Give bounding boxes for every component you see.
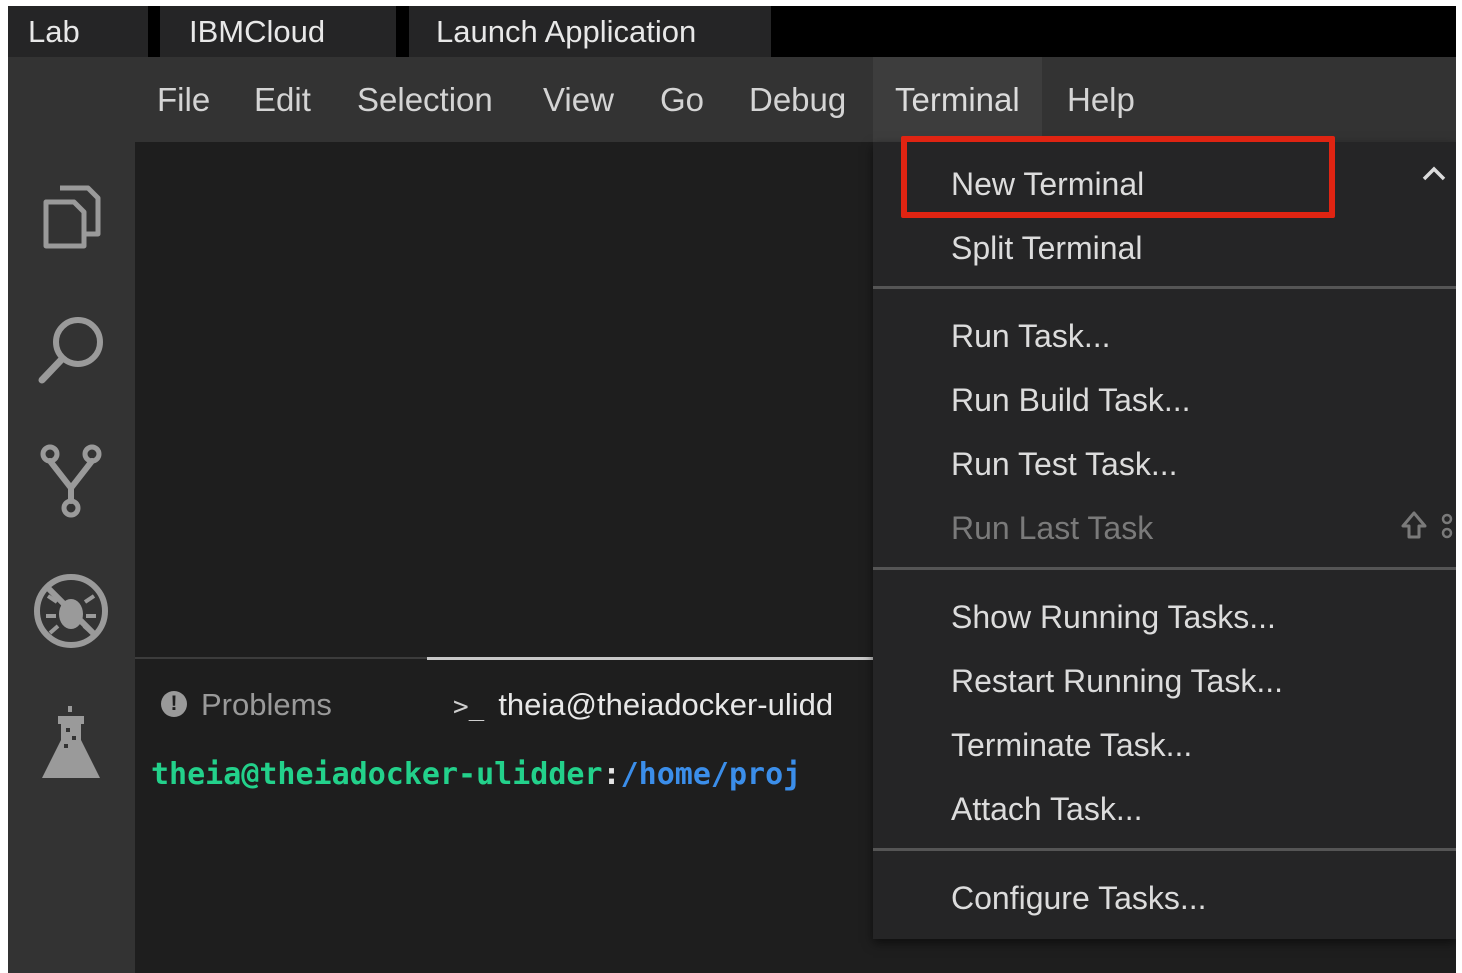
activity-bar [8, 142, 135, 973]
tab-problems[interactable]: ! Problems [161, 685, 332, 725]
menu-file[interactable]: File [157, 57, 210, 142]
terminal-tab-label: theia@theiadocker-ulidd [498, 687, 834, 722]
prompt-colon: : [602, 757, 621, 792]
menu-item-restart-running-task[interactable]: Restart Running Task... [951, 651, 1283, 711]
terminal-icon: >_ [453, 692, 485, 722]
menu-item-run-last-task: Run Last Task [951, 510, 1154, 546]
prompt-path: /home/proj [620, 757, 802, 792]
top-tab-strip: Lab IBMCloud Launch Application [8, 6, 1456, 57]
menu-help[interactable]: Help [1067, 57, 1135, 142]
tab-launch-application[interactable]: Launch Application [409, 6, 771, 57]
debug-icon[interactable] [30, 570, 112, 652]
explorer-icon[interactable] [30, 176, 112, 258]
menu-view[interactable]: View [543, 57, 614, 142]
prompt-user: theia@theiadocker-ulidder [151, 757, 603, 792]
menu-separator [873, 848, 1456, 851]
problems-label: Problems [201, 687, 332, 722]
chevron-up-icon [1422, 166, 1446, 181]
menu-item-split-terminal[interactable]: Split Terminal [951, 218, 1142, 278]
ide-window: Lab IBMCloud Launch Application File Edi… [8, 6, 1456, 973]
bottom-panel: ! Problems >_ theia@theiadocker-ulidd thei… [135, 657, 875, 973]
menu-terminal[interactable]: Terminal [873, 57, 1042, 142]
tab-ibmcloud[interactable]: IBMCloud [160, 6, 396, 57]
menu-selection[interactable]: Selection [357, 57, 493, 142]
menu-separator [873, 286, 1456, 289]
terminal-menu-dropdown: New Terminal Split Terminal Run Task... … [873, 136, 1456, 939]
terminal-prompt[interactable]: theia@theiadocker-ulidder:/home/proj [151, 755, 801, 795]
shift-key-icon [1401, 511, 1453, 539]
test-flask-icon[interactable] [30, 702, 112, 784]
menu-go[interactable]: Go [660, 57, 704, 142]
menu-debug[interactable]: Debug [749, 57, 846, 142]
warning-icon: ! [161, 690, 187, 717]
menu-item-attach-task[interactable]: Attach Task... [951, 779, 1143, 839]
source-control-icon[interactable] [30, 440, 112, 522]
tab-lab[interactable]: Lab [8, 6, 148, 57]
menu-bar: File Edit Selection View Go Debug Termin… [8, 57, 1456, 142]
search-icon[interactable] [30, 308, 112, 390]
tab-terminal[interactable]: >_ theia@theiadocker-ulidd [453, 685, 833, 725]
menu-item-terminate-task[interactable]: Terminate Task... [951, 715, 1192, 775]
menu-item-show-running-tasks[interactable]: Show Running Tasks... [951, 587, 1276, 647]
menu-separator [873, 567, 1456, 570]
menu-item-run-task[interactable]: Run Task... [951, 306, 1110, 366]
menu-item-configure-tasks[interactable]: Configure Tasks... [951, 868, 1207, 928]
menu-item-run-test-task[interactable]: Run Test Task... [951, 434, 1177, 494]
active-tab-indicator [427, 657, 875, 660]
menu-edit[interactable]: Edit [254, 57, 311, 142]
editor-area[interactable] [135, 142, 875, 658]
menu-item-run-build-task[interactable]: Run Build Task... [951, 370, 1191, 430]
annotation-highlight-box [901, 136, 1335, 218]
